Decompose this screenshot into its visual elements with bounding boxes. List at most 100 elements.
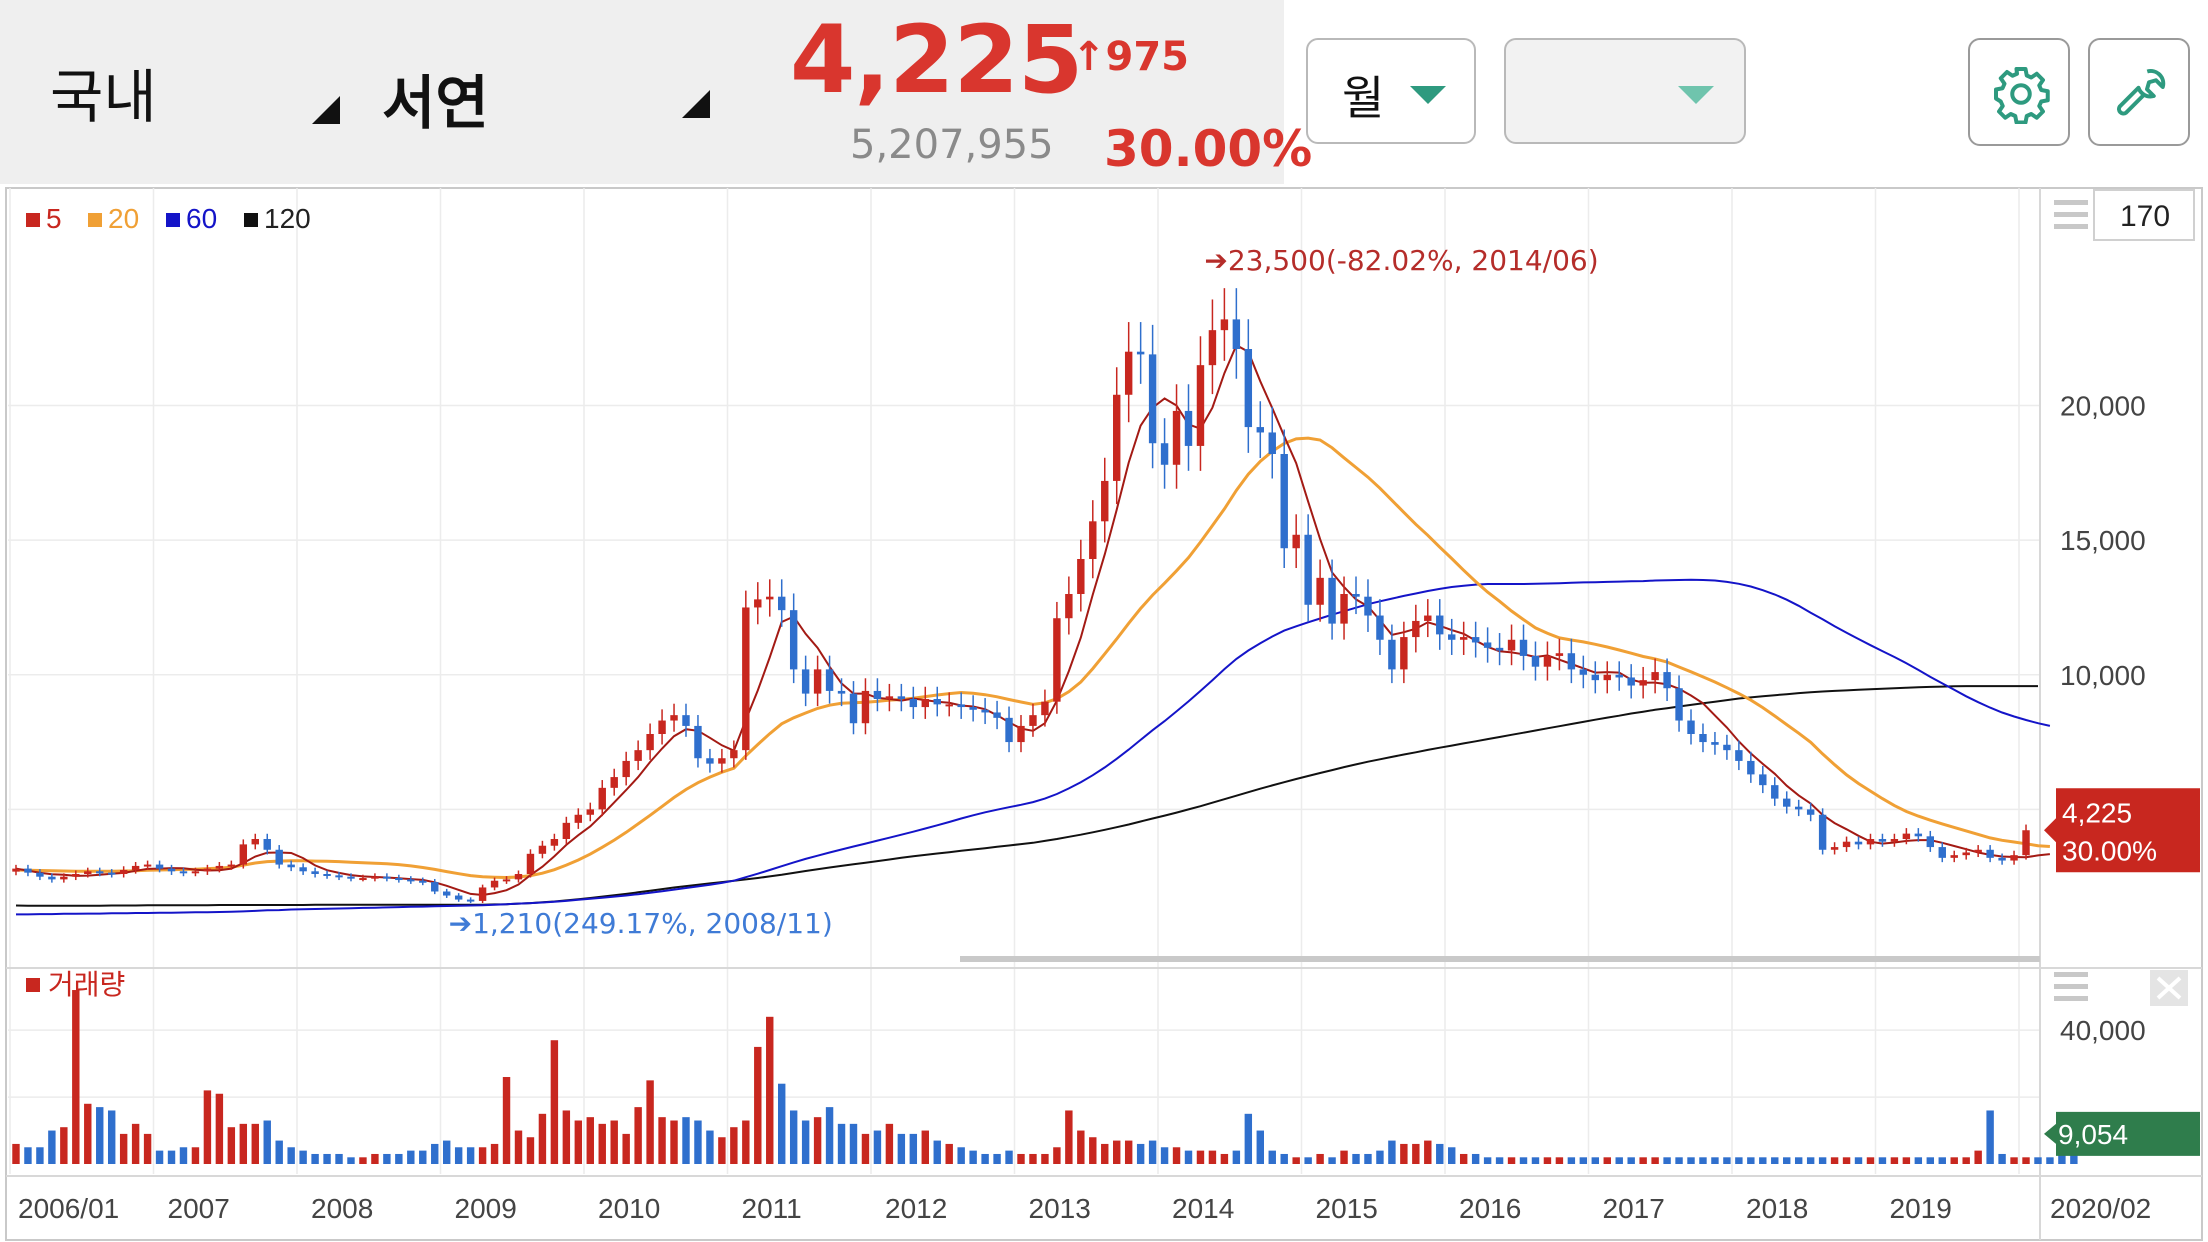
up-arrow-icon: ↑ (1072, 34, 1106, 80)
x-tick-label: 2014 (1172, 1193, 1234, 1224)
volume-bar (1603, 1157, 1611, 1164)
volume-bar (1974, 1150, 1982, 1164)
volume-bar (359, 1157, 367, 1164)
quote-panel (0, 0, 1284, 184)
volume-bar (849, 1123, 858, 1164)
stock-dropdown-icon[interactable] (682, 90, 710, 118)
stock-chart[interactable]: 5 20 60 120 거래량 ➔23,500(-82.02%, 2014/06) ➔1,… (0, 184, 2208, 1242)
volume-bar (1136, 1143, 1145, 1164)
legend-swatch (166, 213, 180, 227)
volume-bar (1041, 1153, 1049, 1164)
count-box[interactable]: 170 (2093, 189, 2195, 241)
volume-bar (945, 1143, 953, 1164)
volume-bar (1651, 1157, 1659, 1164)
volume-bar (921, 1130, 929, 1164)
volume-tick-label: 40,000 (2060, 1015, 2146, 1046)
price-change: ↑975 (1072, 34, 1190, 80)
tools-button[interactable] (2088, 38, 2190, 146)
y-tick-label: 20,000 (2060, 391, 2146, 422)
volume-bar (1268, 1150, 1276, 1164)
volume-bar (1376, 1150, 1384, 1164)
volume-bar (191, 1147, 200, 1164)
market-selector-label[interactable]: 국내 (50, 50, 157, 134)
count-value: 170 (2120, 200, 2170, 233)
volume-bar (1448, 1147, 1456, 1164)
volume-bar (1699, 1157, 1707, 1164)
volume-bar (1794, 1157, 1803, 1164)
main-pane-menu[interactable] (2054, 200, 2088, 229)
secondary-selector[interactable] (1504, 38, 1746, 144)
volume-bar (1077, 1130, 1085, 1164)
volume-bar (706, 1130, 714, 1164)
volume-bar (1735, 1157, 1743, 1164)
volume-bar (586, 1117, 594, 1164)
volume-bar (598, 1123, 606, 1164)
volume-bar (107, 1110, 116, 1164)
volume-bar (454, 1147, 463, 1164)
volume-bar (1113, 1140, 1121, 1164)
volume-bar (1232, 1150, 1241, 1164)
stock-name[interactable]: 서연 (382, 56, 489, 140)
volume-bar (1256, 1130, 1264, 1164)
volume-bar (478, 1147, 487, 1164)
market-dropdown-icon[interactable] (312, 96, 340, 124)
volume-bar (1495, 1157, 1504, 1164)
volume-bar (1340, 1150, 1348, 1164)
volume-bar (1962, 1157, 1970, 1164)
volume-bar (574, 1120, 583, 1164)
last-price-badge: 4,225 30.00% (2044, 788, 2200, 873)
volume-bar (2046, 1157, 2054, 1164)
candle (1818, 808, 1827, 855)
volume-bar (1567, 1157, 1576, 1164)
volume-bar (825, 1107, 834, 1164)
x-tick-label: 2016 (1459, 1193, 1521, 1224)
volume-bar (1950, 1157, 1958, 1164)
volume-bar (1842, 1157, 1851, 1164)
volume-bar (203, 1090, 212, 1164)
legend-swatch (26, 978, 40, 992)
volume-bar (1424, 1140, 1432, 1164)
volume-bar (1579, 1157, 1588, 1164)
volume-bar (1184, 1150, 1193, 1164)
volume-bar (1388, 1140, 1396, 1164)
volume-bar (1208, 1150, 1217, 1164)
volume-bar (1316, 1153, 1324, 1164)
volume-bar (1053, 1147, 1061, 1164)
volume-bar (1902, 1157, 1911, 1164)
volume-bar (1483, 1157, 1492, 1164)
volume-bar (885, 1123, 894, 1164)
volume-bar (1280, 1153, 1288, 1164)
volume-bar (1172, 1147, 1181, 1164)
volume-bar (550, 1040, 559, 1164)
volume-bar (407, 1150, 415, 1164)
candle (1053, 601, 1061, 714)
volume-bar (12, 1143, 20, 1164)
volume-bar (1220, 1153, 1229, 1164)
settings-button[interactable] (1968, 38, 2070, 146)
volume-bar (1519, 1157, 1528, 1164)
period-selector[interactable]: 월 (1306, 38, 1476, 144)
volume-bar (1663, 1157, 1671, 1164)
legend-label: 120 (264, 203, 311, 234)
x-tick-label: 2013 (1029, 1193, 1091, 1224)
volume-bar (1986, 1110, 1994, 1164)
candle (742, 590, 750, 760)
volume-bar (287, 1147, 295, 1164)
volume-bar (1555, 1157, 1564, 1164)
x-tick-label: 2007 (168, 1193, 230, 1224)
volume-bar (1160, 1147, 1169, 1164)
volume-bar (1914, 1157, 1923, 1164)
volume-legend-label: 거래량 (48, 968, 125, 1001)
volume-bar (778, 1083, 786, 1164)
volume-close-button[interactable] (2150, 970, 2188, 1006)
x-tick-label: 2019 (1890, 1193, 1952, 1224)
volume-bar (227, 1127, 236, 1164)
volume-bar (837, 1123, 846, 1164)
last-price-value: 4,225 (2062, 797, 2132, 828)
volume-bar (634, 1107, 642, 1164)
chevron-down-icon (1678, 86, 1714, 104)
volume-pane-menu[interactable] (2054, 972, 2088, 1001)
volume-bar (179, 1147, 188, 1164)
volume-bar (1065, 1110, 1073, 1164)
last-change-value: 30.00% (2062, 835, 2157, 866)
